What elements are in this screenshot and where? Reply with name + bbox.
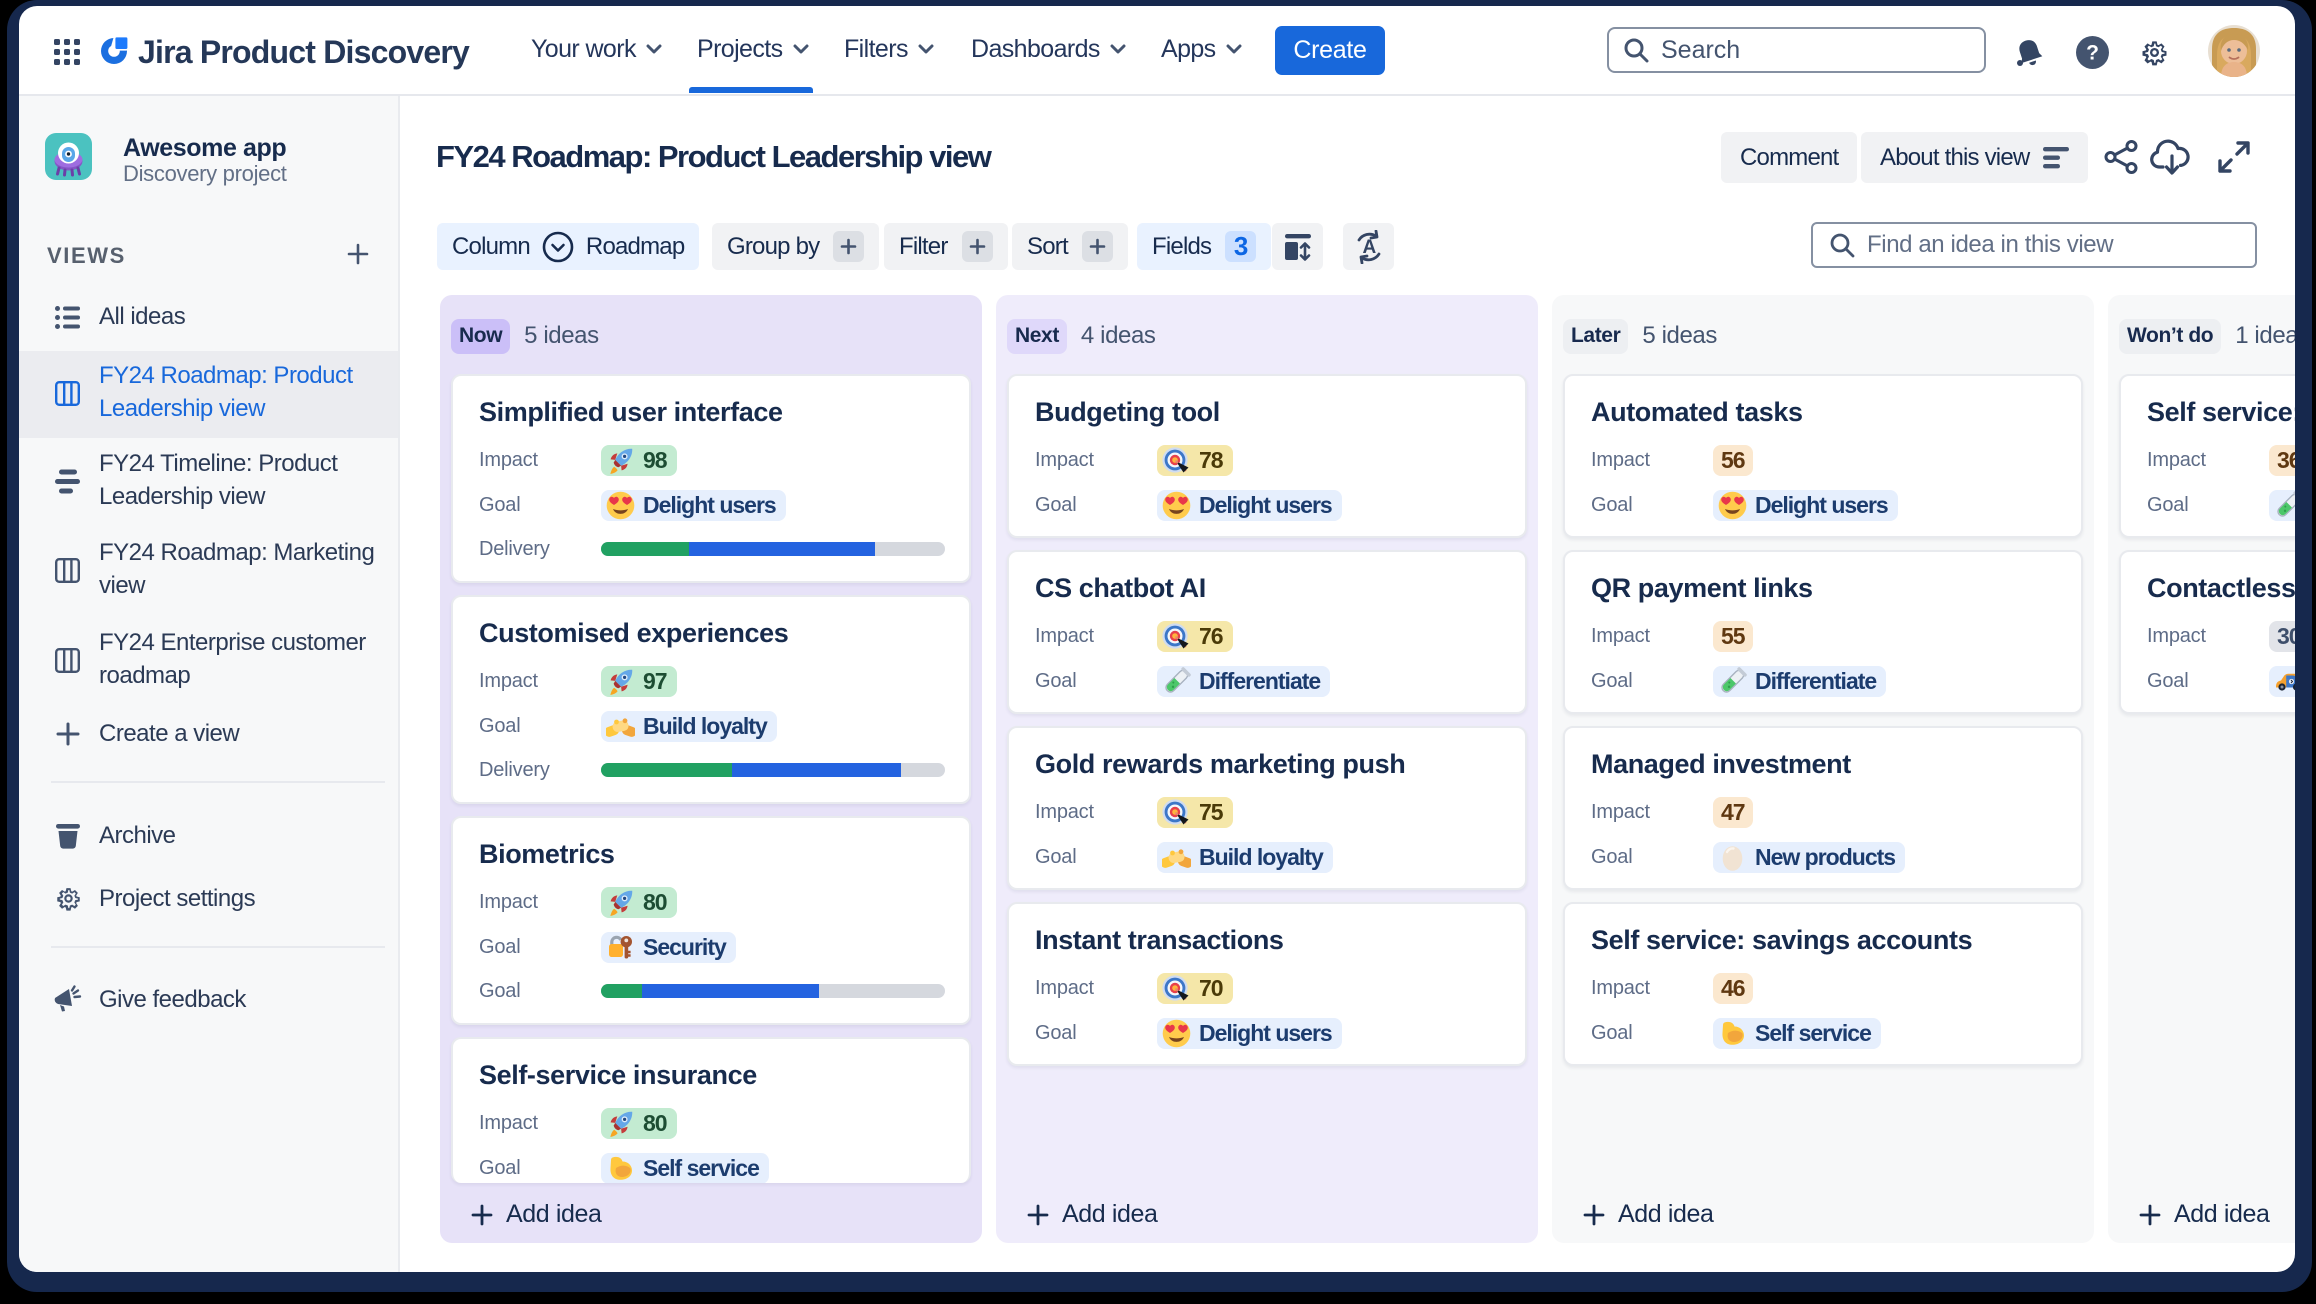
svg-text:?: ?	[2086, 42, 2099, 65]
svg-text:A: A	[1362, 237, 1376, 258]
